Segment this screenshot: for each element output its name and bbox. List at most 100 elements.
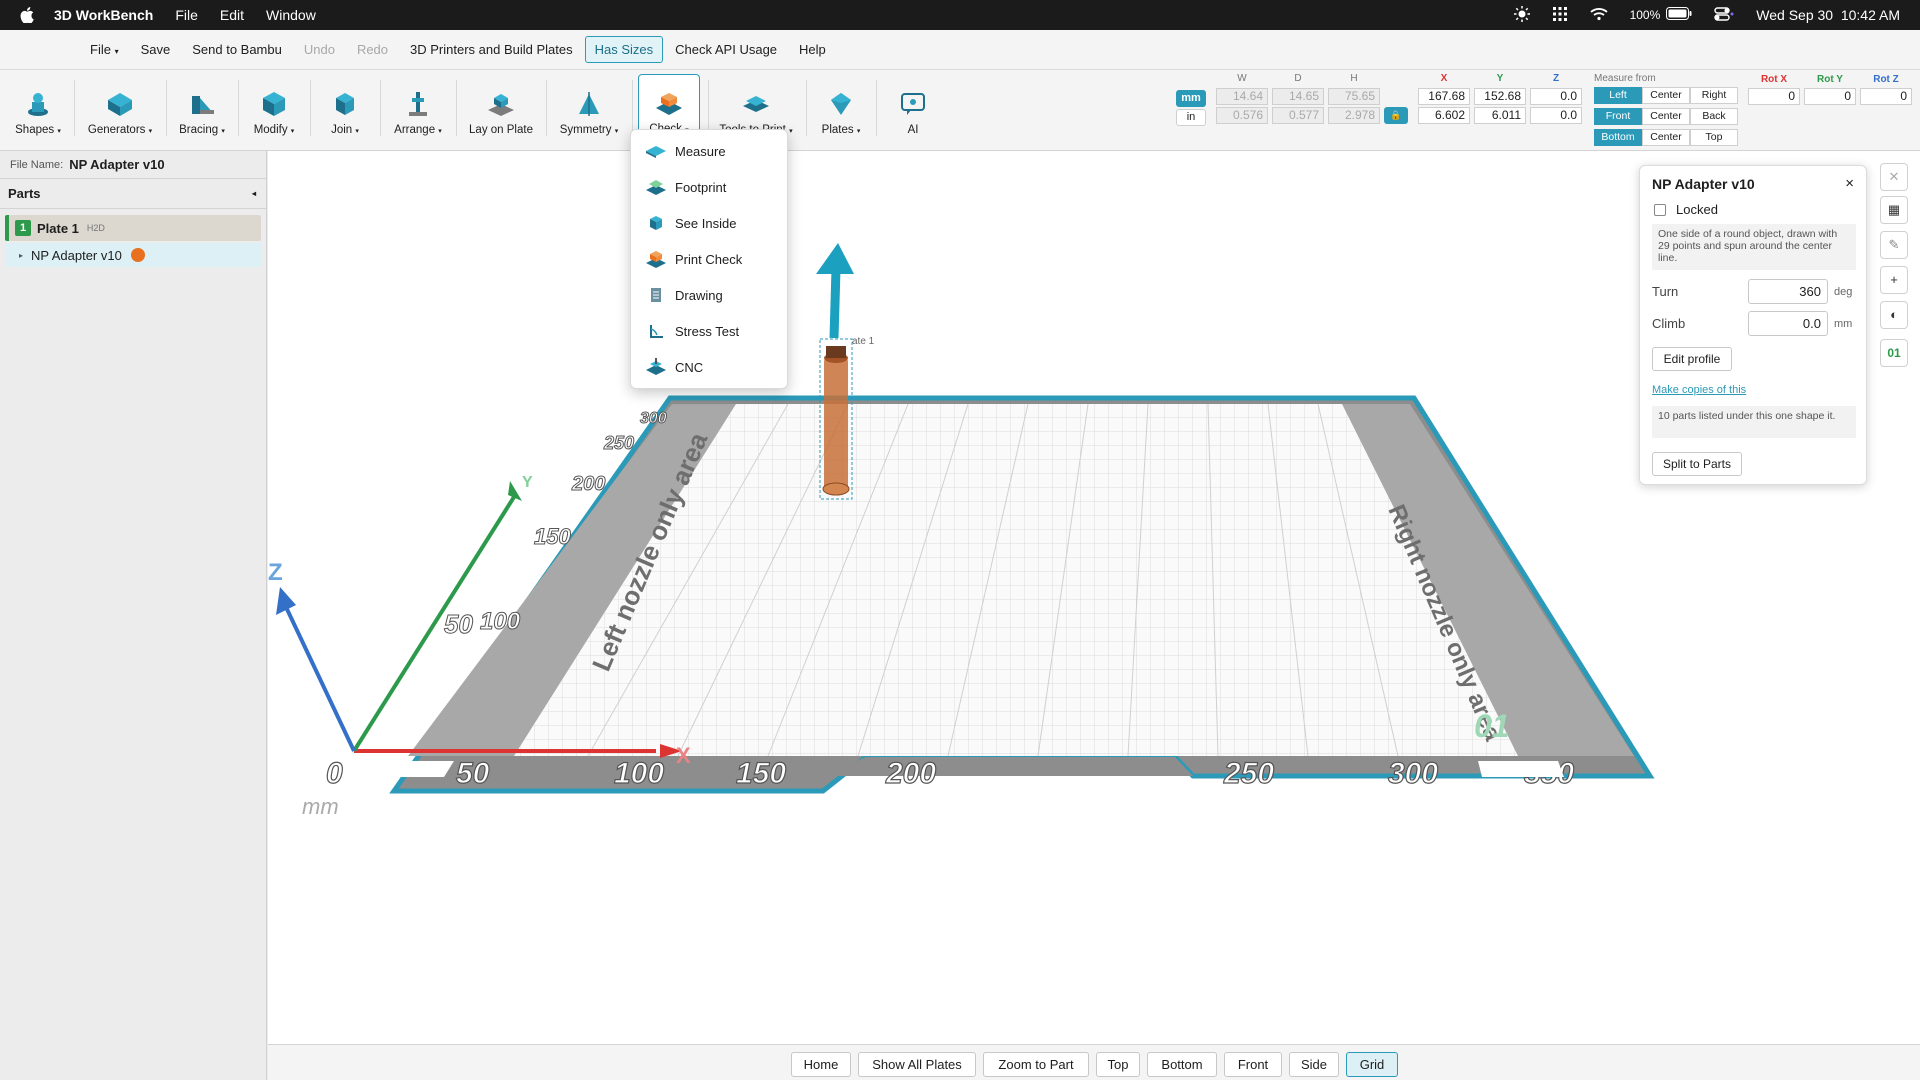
measure-center-y-button[interactable]: Center — [1642, 108, 1690, 125]
grid-icon[interactable] — [1552, 6, 1568, 25]
top-view-button[interactable]: Top — [1096, 1052, 1140, 1077]
battery-icon[interactable] — [1666, 7, 1692, 23]
measure-center-x-button[interactable]: Center — [1642, 87, 1690, 104]
menu-item-footprint[interactable]: Footprint — [631, 170, 789, 204]
datetime[interactable]: Wed Sep 30 10:42 AM — [1756, 7, 1900, 23]
front-view-button[interactable]: Front — [1224, 1052, 1282, 1077]
expand-arrow-icon[interactable]: ▸ — [19, 251, 23, 260]
redo-button[interactable]: Redo — [347, 36, 398, 63]
brightness-icon[interactable] — [1513, 5, 1530, 25]
z-axis-label: Z — [268, 559, 283, 586]
modify-tool[interactable]: Modify ▾ — [248, 74, 300, 142]
lay-on-plate-tool[interactable]: Lay on Plate — [466, 74, 536, 142]
bracing-tool[interactable]: Bracing ▾ — [176, 74, 228, 142]
move-z-arrow-icon[interactable] — [816, 243, 854, 274]
join-label: Join — [331, 124, 353, 136]
check-dropdown-menu: Measure Footprint See Inside Print Check… — [630, 129, 788, 389]
locked-checkbox-row[interactable]: Locked — [1654, 202, 1718, 217]
move-z-handle[interactable] — [829, 268, 841, 339]
edit-profile-button[interactable]: Edit profile — [1652, 347, 1732, 371]
y-in-field[interactable]: 6.011 — [1474, 107, 1526, 124]
menu-item-drawing[interactable]: Drawing — [631, 278, 789, 312]
rot-x-field[interactable]: 0 — [1748, 88, 1800, 105]
z-in-field[interactable]: 0.0 — [1530, 107, 1582, 124]
menu-item-print-check[interactable]: Print Check — [631, 242, 789, 276]
save-button[interactable]: Save — [131, 36, 181, 63]
x-tick: 250 — [1223, 757, 1274, 790]
home-view-button[interactable]: Home — [791, 1052, 851, 1077]
file-name-value[interactable]: NP Adapter v10 — [69, 157, 164, 172]
measure-front-button[interactable]: Front — [1594, 108, 1642, 125]
shapes-tool[interactable]: Shapes ▾ — [12, 74, 64, 142]
collapse-panel-icon[interactable]: ◂ — [252, 189, 256, 198]
locked-checkbox[interactable] — [1654, 203, 1666, 216]
climb-input[interactable]: 0.0 — [1748, 311, 1828, 336]
plate-row[interactable]: 1 Plate 1 H2D — [5, 215, 261, 241]
menu-item-measure[interactable]: Measure — [631, 134, 789, 168]
parts-note: 10 parts listed under this one shape it. — [1652, 406, 1856, 438]
close-side-icon[interactable]: ✕ — [1880, 163, 1908, 191]
undo-button[interactable]: Undo — [294, 36, 345, 63]
help-button[interactable]: Help — [789, 36, 836, 63]
arrange-tool[interactable]: Arrange ▾ — [390, 74, 446, 142]
table-icon[interactable]: ▦ — [1880, 196, 1908, 224]
plates-tool[interactable]: Plates ▾ — [816, 74, 866, 142]
wifi-icon[interactable] — [1589, 7, 1608, 24]
sys-menu-edit[interactable]: Edit — [220, 7, 244, 23]
rot-z-field[interactable]: 0 — [1860, 88, 1912, 105]
check-api-usage-button[interactable]: Check API Usage — [665, 36, 787, 63]
side-view-button[interactable]: Side — [1289, 1052, 1339, 1077]
width-mm-field[interactable]: 14.64 — [1216, 88, 1268, 105]
split-to-parts-button[interactable]: Split to Parts — [1652, 452, 1742, 476]
edit-icon[interactable]: ✎ — [1880, 231, 1908, 259]
x-mm-field[interactable]: 167.68 — [1418, 88, 1470, 105]
plate-id-button[interactable]: 01 — [1880, 339, 1908, 367]
has-sizes-button[interactable]: Has Sizes — [584, 36, 664, 63]
width-in-field[interactable]: 0.576 — [1216, 107, 1268, 124]
height-mm-field[interactable]: 75.65 — [1328, 88, 1380, 105]
add-icon[interactable]: + — [1880, 266, 1908, 294]
contrast-icon[interactable]: ◐ — [1880, 301, 1908, 329]
measure-back-button[interactable]: Back — [1690, 108, 1738, 125]
rot-y-field[interactable]: 0 — [1804, 88, 1856, 105]
depth-mm-field[interactable]: 14.65 — [1272, 88, 1324, 105]
send-to-bambu-button[interactable]: Send to Bambu — [182, 36, 292, 63]
measure-top-button[interactable]: Top — [1690, 129, 1738, 146]
height-in-field[interactable]: 2.978 — [1328, 107, 1380, 124]
z-mm-field[interactable]: 0.0 — [1530, 88, 1582, 105]
apple-icon[interactable] — [20, 7, 34, 23]
unit-mm-toggle[interactable]: mm — [1176, 90, 1206, 107]
control-center-icon[interactable] — [1714, 6, 1734, 24]
ai-tool[interactable]: AI — [886, 74, 940, 142]
measure-center-z-button[interactable]: Center — [1642, 129, 1690, 146]
part-row[interactable]: ▸ NP Adapter v10 — [5, 243, 261, 267]
show-all-plates-button[interactable]: Show All Plates — [858, 1052, 976, 1077]
unit-in-toggle[interactable]: in — [1176, 109, 1206, 126]
x-in-field[interactable]: 6.602 — [1418, 107, 1470, 124]
part-color-swatch[interactable] — [130, 248, 145, 262]
sys-menu-window[interactable]: Window — [266, 7, 316, 23]
menu-file[interactable]: File ▾ — [80, 36, 129, 63]
grid-toggle-button[interactable]: Grid — [1346, 1052, 1398, 1077]
menu-item-see-inside[interactable]: See Inside — [631, 206, 789, 240]
measure-bottom-button[interactable]: Bottom — [1594, 129, 1642, 146]
app-name[interactable]: 3D WorkBench — [54, 7, 153, 23]
menu-item-stress-test[interactable]: Stress Test — [631, 314, 789, 348]
close-icon[interactable]: × — [1845, 175, 1854, 192]
measure-left-button[interactable]: Left — [1594, 87, 1642, 104]
generators-tool[interactable]: Generators ▾ — [84, 74, 156, 142]
menu-item-cnc[interactable]: CNC — [631, 350, 789, 384]
depth-in-field[interactable]: 0.577 — [1272, 107, 1324, 124]
bottom-view-button[interactable]: Bottom — [1147, 1052, 1217, 1077]
sys-menu-file[interactable]: File — [175, 7, 198, 23]
join-tool[interactable]: Join ▾ — [320, 74, 370, 142]
symmetry-tool[interactable]: Symmetry ▾ — [556, 74, 622, 142]
printers-button[interactable]: 3D Printers and Build Plates — [400, 36, 583, 63]
turn-input[interactable]: 360 — [1748, 279, 1828, 304]
lock-proportions-icon[interactable]: 🔒 — [1384, 107, 1408, 124]
make-copies-link[interactable]: Make copies of this — [1652, 384, 1746, 396]
y-mm-field[interactable]: 152.68 — [1474, 88, 1526, 105]
y-tick: 250 — [603, 433, 634, 453]
zoom-to-part-button[interactable]: Zoom to Part — [983, 1052, 1089, 1077]
measure-right-button[interactable]: Right — [1690, 87, 1738, 104]
